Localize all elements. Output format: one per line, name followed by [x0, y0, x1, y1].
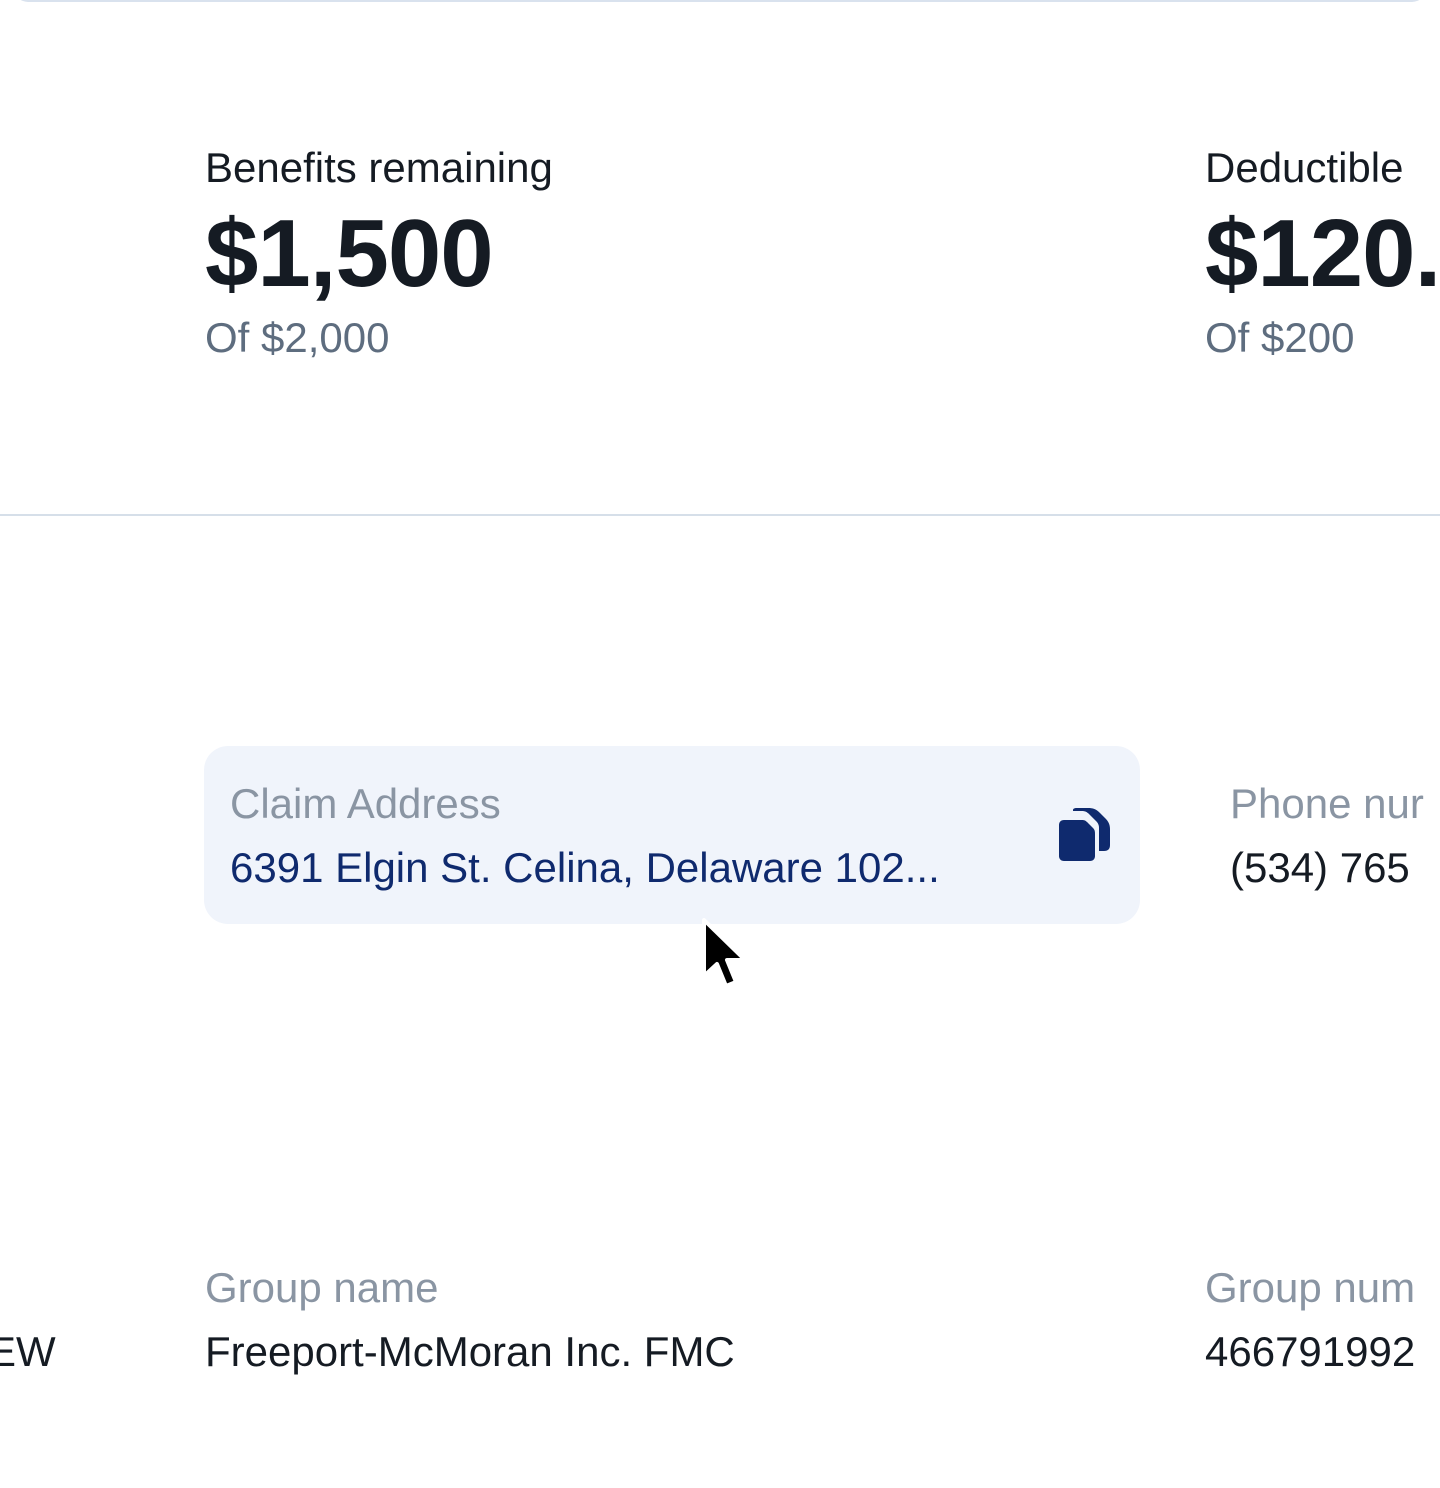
claim-address-card[interactable]: Claim Address 6391 Elgin St. Celina, Del…	[204, 746, 1140, 924]
copy-claim-address-button[interactable]	[1058, 808, 1110, 864]
claim-address-value: 6391 Elgin St. Celina, Delaware 102...	[230, 844, 940, 891]
phone-number-label: Phone nur	[1230, 780, 1424, 827]
group-name-field: Group name Freeport-McMoran Inc. FMC	[205, 1260, 735, 1380]
mouse-pointer-icon	[702, 918, 747, 988]
deductible-stat: Deductible $120. Of $200	[1205, 140, 1440, 366]
benefits-total: Of $2,000	[205, 314, 390, 361]
top-card-edge	[14, 0, 1426, 2]
deductible-label: Deductible	[1205, 144, 1404, 191]
group-number-value: 466791992	[1205, 1328, 1416, 1375]
deductible-total: Of $200	[1205, 314, 1355, 361]
benefits-remaining-stat: Benefits remaining $1,500 Of $2,000	[205, 140, 553, 366]
group-name-value: Freeport-McMoran Inc. FMC	[205, 1328, 735, 1375]
deductible-amount: $120.	[1205, 200, 1440, 307]
benefits-remaining-label: Benefits remaining	[205, 144, 553, 191]
benefits-remaining-amount: $1,500	[205, 200, 494, 307]
phone-number-value: (534) 765	[1230, 844, 1410, 891]
group-name-label: Group name	[205, 1264, 439, 1311]
copy-icon	[1059, 808, 1110, 861]
truncated-left-value: EW	[0, 1328, 56, 1375]
claim-address-label: Claim Address	[230, 780, 501, 827]
section-divider	[0, 514, 1440, 516]
phone-number-field: Phone nur (534) 765	[1230, 776, 1424, 896]
group-number-field: Group num 466791992	[1205, 1260, 1415, 1380]
group-number-label: Group num	[1205, 1264, 1416, 1311]
